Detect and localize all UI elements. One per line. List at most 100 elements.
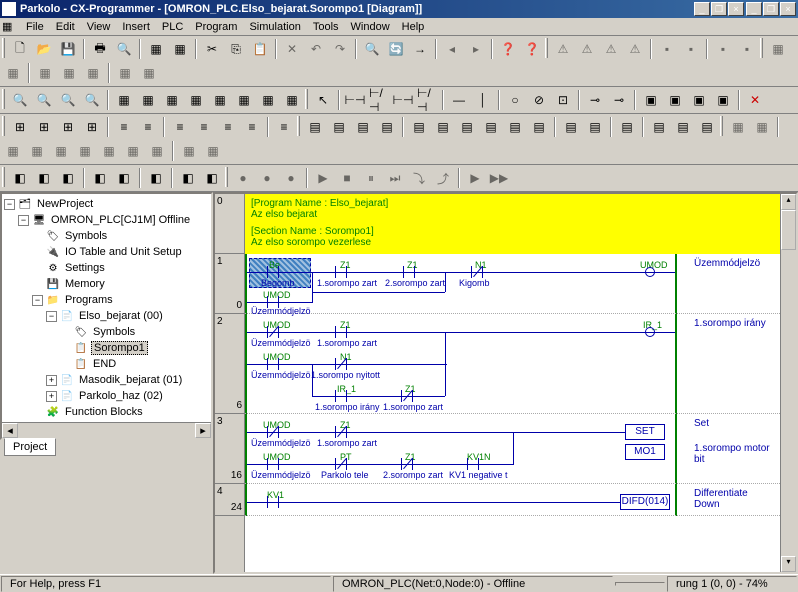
- warn3-button[interactable]: ⚠: [600, 38, 622, 60]
- addr1-button[interactable]: ⊞: [9, 116, 31, 138]
- diagram-content[interactable]: [Program Name : Elso_bejarat] Az elso be…: [245, 194, 780, 572]
- bp2-button[interactable]: ●: [256, 167, 278, 189]
- menu-view[interactable]: View: [81, 20, 117, 34]
- mon14-button[interactable]: ▤: [648, 116, 670, 138]
- mon15-button[interactable]: ▤: [672, 116, 694, 138]
- view7-button[interactable]: ▦: [257, 89, 279, 111]
- cut-button[interactable]: ✂: [201, 38, 223, 60]
- misc3-button[interactable]: ▪: [712, 38, 734, 60]
- net5-button[interactable]: ▦: [50, 140, 72, 162]
- zoom1-button[interactable]: 🔍: [9, 89, 31, 111]
- grid6-button[interactable]: ▦: [114, 62, 136, 84]
- warn2-button[interactable]: ⚠: [576, 38, 598, 60]
- tree-scrollbar[interactable]: ◂ ▸: [2, 422, 211, 438]
- bp1-button[interactable]: ●: [232, 167, 254, 189]
- bp3-button[interactable]: ●: [280, 167, 302, 189]
- doc-restore-button[interactable]: ❐: [711, 2, 727, 16]
- tree-memory[interactable]: Memory: [63, 278, 107, 290]
- view1-button[interactable]: ▦: [113, 89, 135, 111]
- goto-button[interactable]: →: [409, 38, 431, 60]
- menu-insert[interactable]: Insert: [116, 20, 156, 34]
- context-help-button[interactable]: ❓: [521, 38, 543, 60]
- pause-button[interactable]: ⏸: [360, 167, 382, 189]
- net1-button[interactable]: ▦: [727, 116, 749, 138]
- mon13-button[interactable]: ▤: [616, 116, 638, 138]
- next-ref-button[interactable]: ▸: [465, 38, 487, 60]
- sim2-button[interactable]: ◧: [33, 167, 55, 189]
- fb-button[interactable]: ▣: [640, 89, 662, 111]
- mon1-button[interactable]: ▤: [304, 116, 326, 138]
- tree-symbols[interactable]: Symbols: [63, 230, 109, 242]
- grid4-button[interactable]: ▦: [58, 62, 80, 84]
- contact-or-button[interactable]: ⊢⊣: [392, 89, 414, 111]
- preview-button[interactable]: 🔍: [113, 38, 135, 60]
- sim6-button[interactable]: ◧: [145, 167, 167, 189]
- contact-nc[interactable]: [335, 458, 347, 470]
- fb2-button[interactable]: ▣: [664, 89, 686, 111]
- tree-settings[interactable]: Settings: [63, 262, 107, 274]
- rung-4[interactable]: KV1 DIFD(014) Differentiate Down: [245, 484, 780, 516]
- rung-2[interactable]: UMOD Üzemmódjelzö Z1 1.sorompo zart IR_1…: [245, 314, 780, 414]
- contact-nc[interactable]: [401, 390, 413, 402]
- difd-instruction[interactable]: DIFD(014): [620, 494, 670, 510]
- mon11-button[interactable]: ▤: [560, 116, 582, 138]
- menu-plc[interactable]: PLC: [156, 20, 189, 34]
- contact-no[interactable]: [467, 458, 479, 470]
- tree-project[interactable]: NewProject: [35, 198, 95, 210]
- rung6-button[interactable]: ≡: [241, 116, 263, 138]
- contact-nc[interactable]: [471, 266, 483, 278]
- expand-button[interactable]: +: [46, 375, 57, 386]
- stepout-button[interactable]: ⤴: [432, 167, 454, 189]
- contact-nc[interactable]: [267, 326, 279, 338]
- view5-button[interactable]: ▦: [209, 89, 231, 111]
- sim3-button[interactable]: ◧: [57, 167, 79, 189]
- run2-button[interactable]: ▶▶: [488, 167, 510, 189]
- grid1-button[interactable]: ▦: [767, 38, 789, 60]
- net9-button[interactable]: ▦: [146, 140, 168, 162]
- net2-button[interactable]: ▦: [751, 116, 773, 138]
- stepover-button[interactable]: ⤵: [408, 167, 430, 189]
- ladder-area[interactable]: Be Begomb Z1 1.sorompo zart Z1 2.sorompo…: [245, 254, 780, 516]
- rung-1[interactable]: Be Begomb Z1 1.sorompo zart Z1 2.sorompo…: [245, 254, 780, 314]
- net8-button[interactable]: ▦: [122, 140, 144, 162]
- find-button[interactable]: 🔍: [361, 38, 383, 60]
- tree-fb[interactable]: Function Blocks: [63, 406, 145, 418]
- rung5-button[interactable]: ≡: [217, 116, 239, 138]
- view4-button[interactable]: ▦: [185, 89, 207, 111]
- sim4-button[interactable]: ◧: [89, 167, 111, 189]
- tree-elso[interactable]: Elso_bejarat (00): [77, 310, 165, 322]
- contact-no[interactable]: [335, 266, 347, 278]
- help-button[interactable]: ❓: [497, 38, 519, 60]
- contact-no[interactable]: [267, 458, 279, 470]
- view6-button[interactable]: ▦: [233, 89, 255, 111]
- contact-nc[interactable]: [335, 358, 347, 370]
- compare-button[interactable]: ▦: [145, 38, 167, 60]
- menu-edit[interactable]: Edit: [50, 20, 81, 34]
- sim1-button[interactable]: ◧: [9, 167, 31, 189]
- expand-button[interactable]: +: [46, 391, 57, 402]
- tree-plc[interactable]: OMRON_PLC[CJ1M] Offline: [49, 214, 192, 226]
- contact-no[interactable]: [267, 358, 279, 370]
- view8-button[interactable]: ▦: [281, 89, 303, 111]
- mon12-button[interactable]: ▤: [584, 116, 606, 138]
- mon16-button[interactable]: ▤: [696, 116, 718, 138]
- contact-ornc-button[interactable]: ⊢/⊣: [416, 89, 438, 111]
- coil[interactable]: [645, 327, 655, 337]
- mon4-button[interactable]: ▤: [376, 116, 398, 138]
- menu-program[interactable]: Program: [189, 20, 243, 34]
- menu-help[interactable]: Help: [396, 20, 431, 34]
- tree-parkolo[interactable]: Parkolo_haz (02): [77, 390, 165, 402]
- net3-button[interactable]: ▦: [2, 140, 24, 162]
- open-button[interactable]: 📂: [33, 38, 55, 60]
- expand-button[interactable]: −: [32, 295, 43, 306]
- undo-button[interactable]: ↶: [305, 38, 327, 60]
- contact-no[interactable]: [335, 326, 347, 338]
- instr-button[interactable]: ⊡: [552, 89, 574, 111]
- expand-button[interactable]: −: [18, 215, 29, 226]
- sim8-button[interactable]: ◧: [201, 167, 223, 189]
- play-button[interactable]: ▶: [312, 167, 334, 189]
- tree-programs[interactable]: Programs: [63, 294, 115, 306]
- net7-button[interactable]: ▦: [98, 140, 120, 162]
- mon7-button[interactable]: ▤: [456, 116, 478, 138]
- vline-button[interactable]: │: [472, 89, 494, 111]
